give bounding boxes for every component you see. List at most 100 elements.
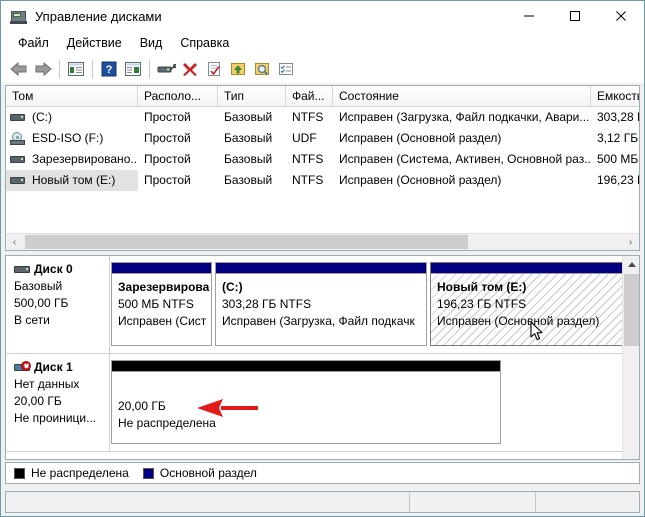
disk-info-1[interactable]: Диск 1 Нет данных 20,00 ГБ Не проиници..…	[6, 354, 110, 451]
volume-label: ESD-ISO (F:)	[32, 131, 104, 145]
volume-list-body: (C:) Простой Базовый NTFS Исправен (Загр…	[6, 107, 639, 191]
volume-capacity-cell: 196,23 ГБ	[597, 173, 639, 187]
volume-list-header: Том Располо... Тип Фай... Состояние Емко…	[6, 86, 639, 107]
toolbar-separator	[92, 60, 93, 78]
partition-unallocated[interactable]: 20,00 ГБ Не распределена	[111, 360, 501, 444]
column-header-status[interactable]: Состояние	[333, 86, 591, 106]
column-header-layout[interactable]: Располо...	[138, 86, 218, 106]
partition-c-drive[interactable]: (C:) 303,28 ГБ NTFS Исправен (Загрузка, …	[215, 262, 427, 346]
disk-state: В сети	[14, 313, 50, 327]
table-row[interactable]: Новый том (E:) Простой Базовый NTFS Испр…	[6, 170, 639, 191]
volume-status-cell: Исправен (Основной раздел)	[339, 131, 502, 145]
volume-name-cell: (C:)	[6, 107, 138, 128]
toolbar-separator	[149, 60, 150, 78]
scroll-thumb[interactable]	[25, 234, 469, 249]
column-header-volume[interactable]: Том	[6, 86, 138, 106]
status-pane-main	[6, 492, 410, 512]
window-title: Управление дисками	[35, 8, 162, 24]
scroll-up-icon[interactable]	[623, 256, 639, 273]
minimize-button[interactable]	[506, 1, 552, 31]
partition-title: (C:)	[222, 280, 243, 294]
volume-label: Новый том (E:)	[32, 173, 116, 187]
menu-view[interactable]: Вид	[131, 34, 172, 52]
window-controls	[506, 1, 644, 31]
disk-info-0[interactable]: Диск 0 Базовый 500,00 ГБ В сети	[6, 256, 110, 353]
table-row[interactable]: Зарезервировано... Простой Базовый NTFS …	[6, 149, 639, 170]
disk-management-icon	[10, 8, 28, 24]
partition-size: 20,00 ГБ	[118, 399, 166, 413]
volume-type-cell: Базовый	[224, 110, 273, 124]
table-row[interactable]: (C:) Простой Базовый NTFS Исправен (Загр…	[6, 107, 639, 128]
disk-graphical-panel: Диск 0 Базовый 500,00 ГБ В сети Зарезерв…	[5, 255, 640, 460]
partition-status: Исправен (Загрузка, Файл подкачк	[222, 314, 415, 328]
show-action-pane-icon[interactable]	[121, 57, 145, 81]
status-bar	[5, 491, 640, 513]
volume-status-cell: Исправен (Основной раздел)	[339, 173, 502, 187]
forward-arrow-icon[interactable]	[31, 57, 55, 81]
legend-swatch-primary	[142, 467, 154, 479]
volume-type-cell: Базовый	[224, 173, 273, 187]
menu-help[interactable]: Справка	[171, 34, 238, 52]
close-button[interactable]	[598, 1, 644, 31]
cd-drive-icon	[10, 132, 25, 145]
scroll-track[interactable]	[23, 233, 622, 250]
maximize-button[interactable]	[552, 1, 598, 31]
disk-partitions-0: Зарезервирова 500 МБ NTFS Исправен (Сист…	[110, 256, 623, 353]
partition-e-drive[interactable]: Новый том (E:) 196,23 ГБ NTFS Исправен (…	[430, 262, 623, 346]
list-view-icon[interactable]	[274, 57, 298, 81]
volume-name-cell: Новый том (E:)	[6, 170, 138, 191]
help-icon[interactable]: ?	[97, 57, 121, 81]
legend-bar: Не распределена Основной раздел	[5, 462, 640, 484]
legend-label: Основной раздел	[159, 466, 257, 480]
partition-content: 20,00 ГБ Не распределена	[112, 372, 500, 443]
partition-color-bar	[216, 263, 426, 274]
scroll-left-icon[interactable]: ‹	[6, 234, 23, 251]
volume-label: (C:)	[32, 110, 52, 124]
hdd-volume-icon	[10, 154, 25, 165]
back-arrow-icon[interactable]	[7, 57, 31, 81]
menu-file[interactable]: Файл	[9, 34, 58, 52]
partition-content: Зарезервирова 500 МБ NTFS Исправен (Сист	[112, 274, 211, 345]
properties-icon[interactable]	[202, 57, 226, 81]
explore-volume-icon[interactable]	[250, 57, 274, 81]
disk-panel-vertical-scrollbar[interactable]	[622, 256, 639, 459]
show-hide-tree-icon[interactable]	[64, 57, 88, 81]
scroll-thumb[interactable]	[624, 274, 639, 346]
disk-size: 500,00 ГБ	[14, 296, 69, 310]
volume-layout-cell: Простой	[144, 152, 191, 166]
volume-filesystem-cell: NTFS	[292, 152, 324, 166]
uninitialized-disk-icon	[14, 360, 31, 374]
menu-action[interactable]: Действие	[58, 34, 131, 52]
rescan-disks-icon[interactable]	[154, 57, 178, 81]
column-header-filesystem[interactable]: Фай...	[286, 86, 333, 106]
volume-capacity-cell: 303,28 ГБ	[597, 110, 639, 124]
volume-filesystem-cell: NTFS	[292, 110, 324, 124]
delete-icon[interactable]	[178, 57, 202, 81]
disk-size: 20,00 ГБ	[14, 394, 62, 408]
partition-color-bar	[112, 263, 211, 274]
volume-status-cell: Исправен (Система, Активен, Основной раз…	[339, 152, 591, 166]
volume-capacity-cell: 3,12 ГБ	[597, 131, 639, 145]
volume-list-panel: Том Располо... Тип Фай... Состояние Емко…	[5, 85, 640, 251]
menu-bar: Файл Действие Вид Справка	[1, 31, 644, 55]
hdd-volume-icon	[10, 175, 25, 186]
disk-title-0: Диск 0	[14, 262, 109, 276]
partition-content: Новый том (E:) 196,23 ГБ NTFS Исправен (…	[431, 274, 623, 345]
title-bar: Управление дисками	[1, 1, 644, 31]
toolbar: ?	[1, 55, 644, 83]
extend-volume-icon[interactable]	[226, 57, 250, 81]
volume-layout-cell: Простой	[144, 131, 191, 145]
disk-state: Не проиници...	[14, 411, 97, 425]
volume-status-cell: Исправен (Загрузка, Файл подкачки, Авари…	[339, 110, 590, 124]
status-pane-third	[536, 492, 637, 512]
partition-color-bar	[112, 361, 500, 372]
volume-list-horizontal-scrollbar[interactable]: ‹ ›	[6, 233, 639, 250]
column-header-type[interactable]: Тип	[218, 86, 286, 106]
partition-reserved[interactable]: Зарезервирова 500 МБ NTFS Исправен (Сист	[111, 262, 212, 346]
volume-filesystem-cell: UDF	[292, 131, 317, 145]
basic-disk-icon	[14, 263, 31, 276]
column-header-capacity[interactable]: Емкость	[591, 86, 639, 106]
scroll-right-icon[interactable]: ›	[622, 234, 639, 251]
volume-capacity-cell: 500 МБ	[597, 152, 639, 166]
table-row[interactable]: ESD-ISO (F:) Простой Базовый UDF Исправе…	[6, 128, 639, 149]
